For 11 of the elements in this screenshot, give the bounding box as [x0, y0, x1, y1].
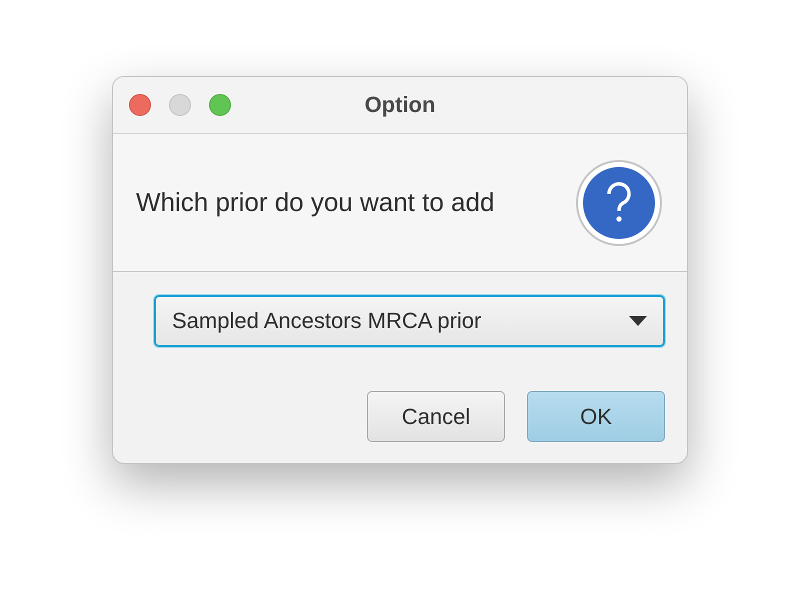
close-button[interactable]	[129, 94, 151, 116]
minimize-button[interactable]	[169, 94, 191, 116]
question-icon	[575, 158, 663, 246]
cancel-button[interactable]: Cancel	[367, 391, 505, 442]
prior-dropdown[interactable]: Sampled Ancestors MRCA prior	[154, 295, 665, 347]
ok-button[interactable]: OK	[527, 391, 665, 442]
window-title: Option	[364, 92, 436, 118]
caret-icon	[629, 316, 647, 326]
dropdown-value: Sampled Ancestors MRCA prior	[172, 308, 482, 334]
message-text: Which prior do you want to add	[136, 187, 494, 218]
zoom-button[interactable]	[209, 94, 231, 116]
